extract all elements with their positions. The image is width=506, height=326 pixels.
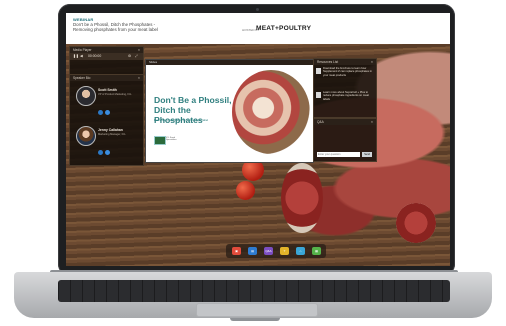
document-icon — [316, 92, 321, 98]
qa-title: Q&A — [317, 120, 324, 124]
linkedin-icon[interactable] — [105, 150, 110, 155]
resources-icon[interactable]: ⌂ — [296, 247, 305, 255]
speaker-title: Marketing Manager, ICL — [98, 133, 126, 136]
help-icon[interactable]: ? — [280, 247, 289, 255]
speaker-name: Jenny Callahan — [98, 128, 123, 132]
question-input[interactable]: Enter your question — [317, 152, 360, 157]
tomato-decoration — [236, 181, 255, 200]
speaker-card[interactable]: Scott Smith VP of Product Marketing, ICL — [70, 81, 143, 121]
panel-header: Slides — [146, 60, 313, 65]
speaker-title: VP of Product Marketing, ICL — [98, 93, 132, 96]
social-icons — [98, 142, 112, 160]
twitter-icon[interactable] — [98, 110, 103, 115]
send-button[interactable]: Send — [362, 152, 372, 157]
webinar-header: WEBINAR Don't be a Phossil, Ditch the Ph… — [66, 13, 450, 44]
share-icon[interactable]: ▦ — [312, 247, 321, 255]
settings-icon[interactable]: ⚙ — [128, 54, 131, 58]
media-player-title: Media Player — [73, 48, 92, 52]
avatar — [76, 126, 96, 146]
screen: WEBINAR Don't be a Phossil, Ditch the Ph… — [66, 13, 450, 266]
close-icon[interactable]: × — [371, 119, 373, 125]
slides-title: Slides — [149, 60, 158, 64]
fullscreen-icon[interactable]: ⤢ — [135, 54, 138, 58]
speaker-bio-title: Speaker Bio — [73, 76, 91, 80]
resource-item[interactable]: Learn more about SupraCell + Plus to red… — [314, 89, 376, 113]
chat-icon[interactable]: ▤ — [248, 247, 257, 255]
twitter-icon[interactable] — [98, 150, 103, 155]
resource-item[interactable]: Download the brochure to learn how Suppl… — [314, 65, 376, 89]
pause-icon[interactable]: ❚❚ — [73, 54, 79, 58]
volume-icon[interactable]: ◀ — [80, 54, 83, 58]
document-icon — [316, 68, 321, 74]
qa-panel: Q&A × Enter your question Send — [313, 118, 377, 162]
salami-decoration — [281, 163, 323, 233]
slide-subtitle: Removing phosphates from your meat label — [154, 118, 209, 122]
trackpad — [196, 303, 318, 317]
brand-logo: MEAT+POULTRY — [256, 25, 312, 32]
speaker-bio-panel: Speaker Bio × Scott Smith VP of Product … — [69, 74, 144, 166]
webcam-icon — [256, 8, 259, 11]
webinar-title: Don't be a Phossil, Ditch the Phosphates… — [73, 22, 158, 32]
social-icons — [98, 102, 112, 120]
resources-panel: Resources List × Download the brochure t… — [313, 58, 377, 118]
resource-text: Learn more about SupraCell + Plus to red… — [323, 91, 369, 101]
laptop-notch — [230, 318, 280, 321]
speaker-name: Scott Smith — [98, 88, 117, 92]
resource-text: Download the brochure to learn how Suppl… — [323, 67, 372, 77]
slides-icon[interactable]: ▣ — [232, 247, 241, 255]
media-player-panel: Media Player × ❚❚ ◀ 00:00:00 ⚙ ⤢ — [69, 46, 144, 75]
icl-logo-text: ICL Food Specialties — [166, 137, 177, 141]
slides-panel: Slides Don't Be a Phossil, Ditch the Pho… — [145, 59, 314, 163]
avatar — [76, 86, 96, 106]
resources-title: Resources List — [317, 60, 339, 64]
keyboard — [58, 280, 450, 302]
media-time: 00:00:00 — [88, 54, 102, 58]
media-controls: ❚❚ ◀ 00:00:00 ⚙ ⤢ — [70, 53, 143, 60]
dock: ▣ ▤ Q&A ? ⌂ ▦ — [226, 244, 326, 258]
linkedin-icon[interactable] — [105, 110, 110, 115]
qa-icon[interactable]: Q&A — [264, 247, 273, 255]
icl-logo — [154, 136, 166, 145]
salami-decoration — [396, 203, 436, 243]
charcuterie-plate-image — [232, 70, 310, 154]
speaker-card[interactable]: Jenny Callahan Marketing Manager, ICL — [70, 121, 143, 161]
panel-header: Q&A × — [314, 119, 376, 125]
